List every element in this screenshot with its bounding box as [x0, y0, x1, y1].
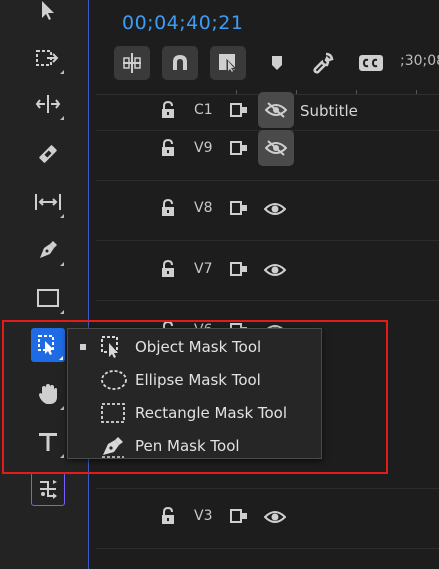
object-mask-icon [101, 336, 118, 358]
track-separator [96, 240, 439, 241]
hand-tool[interactable] [30, 376, 66, 412]
menu-item-pen-mask[interactable]: Pen Mask Tool [68, 430, 321, 463]
lock-open-icon[interactable] [160, 139, 176, 157]
track-header-v3[interactable]: V3 [150, 502, 439, 532]
remix-icon [40, 480, 57, 499]
lock-open-icon[interactable] [160, 199, 176, 217]
eye-hidden-icon [265, 102, 287, 118]
eye-icon[interactable] [264, 509, 286, 525]
eye-hidden-icon [265, 140, 287, 156]
menu-item-ellipse-mask[interactable]: Ellipse Mask Tool [68, 364, 321, 397]
ruler-tick [296, 90, 297, 94]
lock-open-icon[interactable] [160, 260, 176, 278]
sync-lock-icon[interactable] [230, 103, 248, 117]
track-select-tool[interactable] [30, 40, 66, 76]
ripple-edit-tool[interactable] [30, 86, 66, 122]
track-header-v9[interactable]: V9 [150, 130, 439, 166]
captions-button[interactable] [356, 50, 386, 76]
snap-button[interactable] [162, 46, 198, 80]
sync-lock-icon[interactable] [230, 262, 248, 276]
menu-item-label: Object Mask Tool [135, 338, 262, 356]
marker-icon [272, 56, 282, 70]
magnet-icon [173, 55, 187, 70]
track-name: V9 [194, 140, 213, 156]
pen-tool[interactable] [30, 232, 66, 268]
menu-item-label: Pen Mask Tool [135, 437, 240, 455]
track-name: C1 [194, 102, 213, 118]
track-name: V7 [194, 261, 213, 277]
eye-icon[interactable] [264, 201, 286, 217]
ruler-tick [416, 90, 417, 94]
type-t-icon [39, 433, 57, 451]
slip-icon [35, 194, 61, 210]
mask-tools-flyout-menu: Object Mask Tool Ellipse Mask Tool Recta… [67, 328, 322, 459]
razor-blade-icon [39, 145, 57, 163]
remix-tool[interactable] [31, 472, 65, 506]
rectangle-mask-icon [101, 403, 125, 423]
eye-icon[interactable] [264, 262, 286, 278]
lock-open-icon[interactable] [160, 507, 176, 525]
insert-nest-button[interactable] [114, 46, 150, 80]
object-mask-icon [38, 335, 54, 355]
closed-captions-icon [359, 55, 383, 71]
track-separator [96, 548, 439, 549]
sync-lock-icon[interactable] [230, 141, 248, 155]
track-separator [96, 180, 439, 181]
track-header-v7[interactable]: V7 [150, 255, 439, 285]
pen-mask-icon [102, 437, 124, 458]
track-name: V8 [194, 200, 213, 216]
selection-tool[interactable] [30, 0, 66, 28]
nest-sequence-icon [123, 53, 141, 73]
tools-panel [0, 0, 88, 569]
rectangle-icon [37, 289, 59, 307]
track-header-v8[interactable]: V8 [150, 194, 439, 224]
lock-open-icon[interactable] [160, 101, 176, 119]
menu-item-object-mask[interactable]: Object Mask Tool [68, 331, 321, 364]
track-label: Subtitle [300, 102, 358, 120]
time-ruler-label: ;30;08 [400, 53, 439, 69]
object-mask-tool[interactable] [31, 328, 65, 362]
linked-selection-icon [219, 54, 238, 75]
pen-nib-icon [40, 241, 57, 258]
track-separator [96, 488, 439, 489]
sync-lock-icon[interactable] [230, 509, 248, 523]
timeline-settings-button[interactable] [308, 50, 338, 76]
panel-divider [88, 0, 89, 569]
toggle-track-output-button[interactable] [258, 130, 294, 166]
wrench-icon [313, 52, 334, 74]
sync-lock-icon[interactable] [230, 201, 248, 215]
razor-tool[interactable] [30, 136, 66, 172]
track-select-forward-icon [36, 50, 59, 66]
track-name: V3 [194, 508, 213, 524]
track-header-c1[interactable]: C1 Subtitle [150, 92, 439, 128]
ruler-tick [236, 90, 237, 94]
type-tool[interactable] [30, 424, 66, 460]
rectangle-tool[interactable] [30, 280, 66, 316]
linked-selection-button[interactable] [210, 46, 246, 80]
menu-item-label: Rectangle Mask Tool [135, 404, 288, 422]
slip-tool[interactable] [30, 184, 66, 220]
menu-item-rectangle-mask[interactable]: Rectangle Mask Tool [68, 397, 321, 430]
selection-arrow-icon [42, 1, 54, 20]
hand-icon [39, 384, 57, 404]
ripple-edit-icon [35, 95, 61, 113]
selected-bullet [80, 344, 86, 350]
menu-item-label: Ellipse Mask Tool [135, 371, 261, 389]
toggle-track-output-button[interactable] [258, 92, 294, 128]
ruler-tick [356, 90, 357, 94]
ellipse-mask-icon [101, 370, 127, 390]
track-separator [96, 300, 439, 301]
add-marker-button[interactable] [262, 50, 292, 76]
playhead-timecode[interactable]: 00;04;40;21 [122, 12, 243, 34]
